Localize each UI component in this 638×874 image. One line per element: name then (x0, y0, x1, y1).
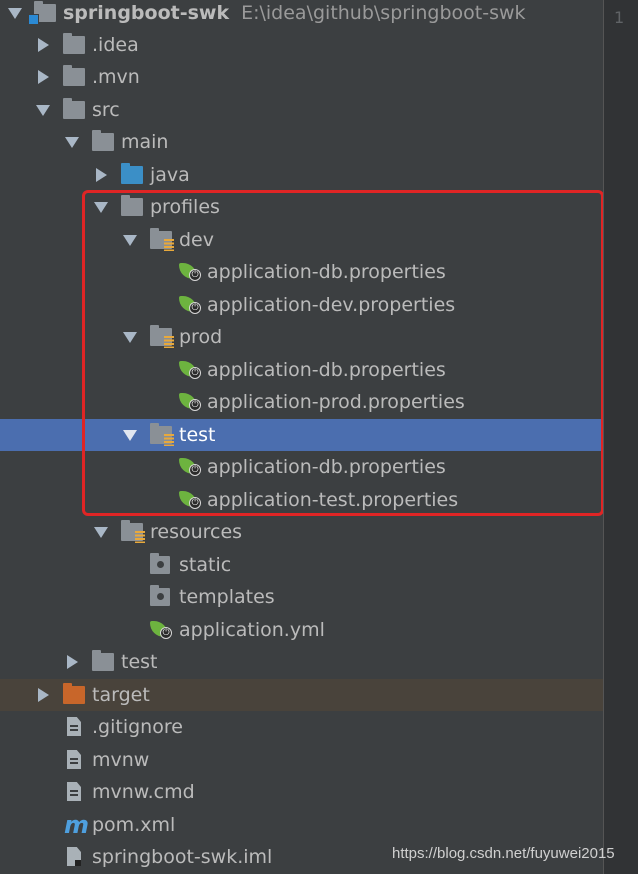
tree-row-gitignore[interactable]: .gitignore (0, 711, 603, 743)
watermark-url: https://blog.csdn.net/fuyuwei2015 (392, 845, 615, 862)
tree-label-static: static (179, 554, 232, 576)
tree-label-target: target (92, 684, 150, 706)
tree-row-idea[interactable]: .idea (0, 29, 603, 61)
folder-icon (63, 98, 85, 119)
tree-row-src[interactable]: src (0, 94, 603, 126)
collapse-arrow-icon[interactable] (6, 0, 26, 29)
folder-icon (63, 65, 85, 86)
tree-label-resources: resources (150, 521, 243, 543)
editor-gutter: 1 (603, 0, 638, 874)
tree-label-pom: pom.xml (92, 814, 176, 836)
source-folder-icon (121, 163, 143, 184)
excluded-folder-icon (63, 683, 85, 704)
tree-label-test: test (121, 651, 158, 673)
tree-row-resources[interactable]: resources (0, 516, 603, 548)
tree-row-application-yml[interactable]: ⏻ application.yml (0, 614, 603, 646)
tree-label-java: java (150, 164, 190, 186)
module-folder-icon (28, 1, 56, 25)
folder-icon (150, 585, 170, 606)
tree-row-static[interactable]: static (0, 549, 603, 581)
tree-row-main[interactable]: main (0, 126, 603, 158)
line-number: 1 (614, 8, 625, 27)
tree-row-mvnw[interactable]: mvnw (0, 744, 603, 776)
tree-row-pom[interactable]: m pom.xml (0, 809, 603, 841)
tree-label-src: src (92, 99, 120, 121)
tree-row-java[interactable]: java (0, 159, 603, 191)
folder-icon (92, 130, 114, 151)
tree-label-mvnw: mvnw (92, 749, 150, 771)
collapse-arrow-icon[interactable] (92, 516, 112, 548)
text-file-icon (67, 750, 81, 769)
expand-arrow-icon[interactable] (92, 159, 112, 191)
expand-arrow-icon[interactable] (63, 646, 83, 678)
tree-row-project-root[interactable]: springboot-swk E:\idea\github\springboot-… (0, 0, 603, 29)
tree-label-templates: templates (179, 586, 275, 608)
tree-label-idea: .idea (92, 34, 139, 56)
expand-arrow-icon[interactable] (34, 61, 54, 93)
project-name: springboot-swk (63, 2, 230, 24)
project-path: E:\idea\github\springboot-swk (241, 2, 526, 24)
tree-label-iml: springboot-swk.iml (92, 846, 273, 868)
tree-label-gitignore: .gitignore (92, 716, 183, 738)
tree-row-mvn[interactable]: .mvn (0, 61, 603, 93)
red-highlight-box (82, 190, 604, 516)
collapse-arrow-icon[interactable] (34, 94, 54, 126)
text-file-icon (67, 717, 81, 736)
project-tree[interactable]: springboot-swk E:\idea\github\springboot-… (0, 0, 604, 874)
text-file-icon (67, 782, 81, 801)
tree-row-target[interactable]: target (0, 679, 603, 711)
tree-row-mvnw-cmd[interactable]: mvnw.cmd (0, 776, 603, 808)
folder-icon (92, 650, 114, 671)
resource-folder-icon (121, 520, 145, 543)
folder-icon (63, 33, 85, 54)
folder-icon (150, 553, 170, 574)
expand-arrow-icon[interactable] (34, 679, 54, 711)
tree-label-mvnw-cmd: mvnw.cmd (92, 781, 195, 803)
tree-label-mvn: .mvn (92, 66, 140, 88)
tree-row-test[interactable]: test (0, 646, 603, 678)
tree-row-templates[interactable]: templates (0, 581, 603, 613)
expand-arrow-icon[interactable] (34, 29, 54, 61)
module-file-icon (67, 847, 81, 866)
tree-label-application-yml: application.yml (179, 619, 325, 641)
maven-icon: m (64, 811, 90, 839)
spring-config-icon: ⏻ (150, 619, 176, 641)
collapse-arrow-icon[interactable] (63, 126, 83, 158)
tree-label-main: main (121, 131, 169, 153)
